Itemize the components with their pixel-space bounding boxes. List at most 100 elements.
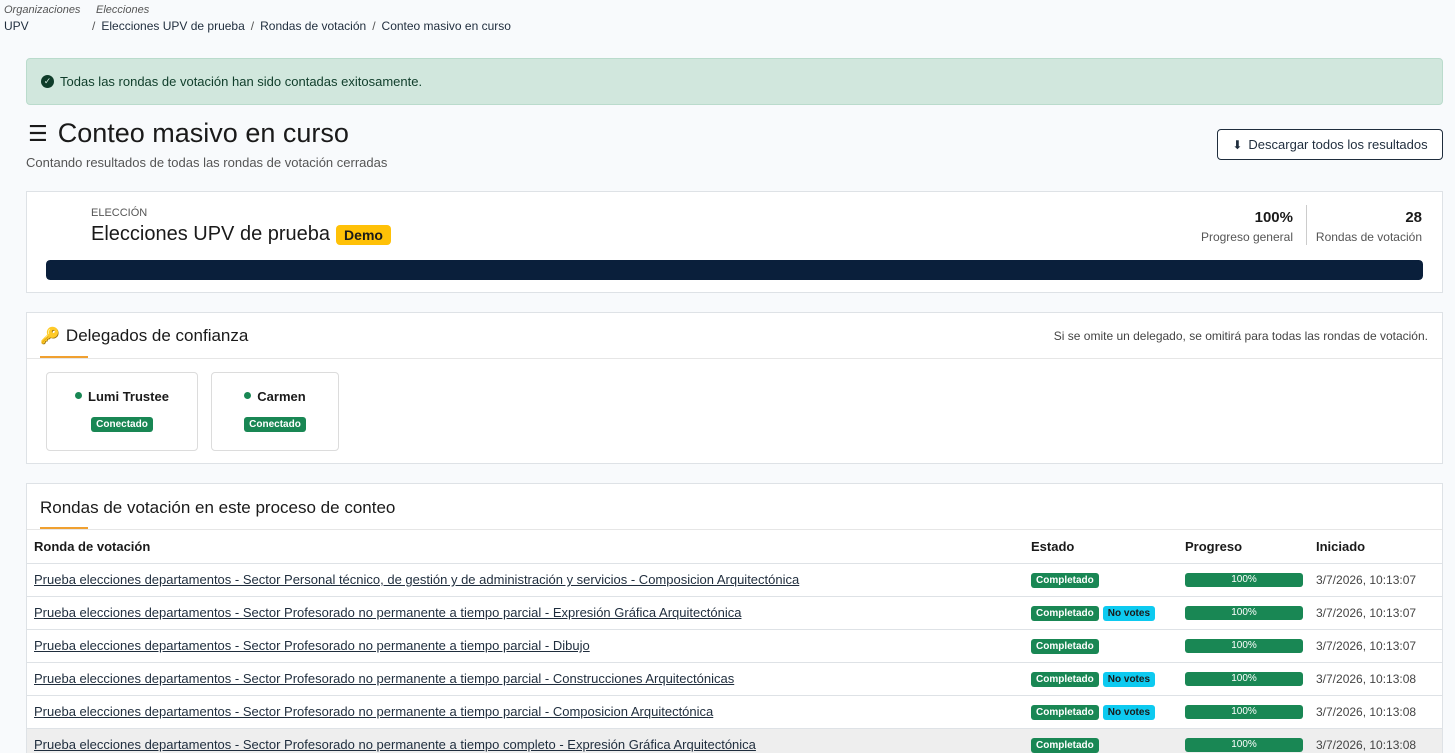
progress-bar: 100% [1185,605,1303,620]
trustees-title: Delegados de confianza [65,326,249,345]
started-cell: 3/7/2026, 10:13:07 [1309,629,1442,663]
key-icon: 🔑 [40,328,60,345]
started-cell: 3/7/2026, 10:13:08 [1309,728,1442,753]
status-badge: Completado [1031,606,1099,621]
trustees-section: 🔑 Delegados de confianza Si se omite un … [26,312,1443,464]
page-title-row: ☰ Conteo masivo en curso [28,118,387,149]
status-badge: Completado [1031,705,1099,720]
election-name: Elecciones UPV de prueba [91,223,331,245]
round-name-cell: Prueba elecciones departamentos - Sector… [27,563,1024,597]
alert-text: Todas las rondas de votación han sido co… [60,74,423,89]
breadcrumb-org-link[interactable]: UPV [4,18,96,34]
status-cell: Completado No votes [1024,695,1178,729]
progress-cell: 100% [1178,629,1309,663]
download-all-results-button[interactable]: ⬇ Descargar todos los resultados [1217,129,1443,160]
overall-progress-fill [46,260,1423,280]
round-name-cell: Prueba elecciones departamentos - Sector… [27,662,1024,696]
breadcrumb: Organizaciones UPV Elecciones / Eleccione… [4,4,511,34]
breadcrumb-organization: Organizaciones UPV [4,4,96,34]
trustee-card: Lumi Trustee Conectado [46,372,198,451]
rounds-count-value: 28 [1405,209,1422,226]
status-badge: Completado [1031,639,1099,654]
online-dot-icon [244,392,252,400]
election-name-row: Elecciones UPV de prueba Demo [91,223,391,246]
trustees-title-row: 🔑 Delegados de confianza [40,326,248,346]
download-icon: ⬇ [1232,137,1243,152]
breadcrumb-org-label: Organizaciones [4,4,81,16]
success-alert: ✓ Todas las rondas de votación han sido … [26,58,1443,105]
rounds-count-label: Rondas de votación [1315,230,1422,244]
election-card: ELECCIÓN Elecciones UPV de prueba Demo 1… [26,191,1443,293]
round-link[interactable]: Prueba elecciones departamentos - Sector… [34,605,741,620]
table-row: Prueba elecciones departamentos - Sector… [27,596,1442,630]
round-link[interactable]: Prueba elecciones departamentos - Sector… [34,572,799,587]
column-header-status: Estado [1024,530,1178,564]
status-cell: Completado [1024,629,1178,663]
column-header-progress: Progreso [1178,530,1309,564]
started-cell: 3/7/2026, 10:13:07 [1309,563,1442,597]
check-circle-icon: ✓ [41,75,54,88]
breadcrumb-item-election[interactable]: Elecciones UPV de prueba [101,19,244,33]
online-dot-icon [75,392,83,400]
no-votes-badge: No votes [1102,672,1156,687]
overall-progress-stat: 100% Progreso general [1201,209,1293,244]
demo-badge: Demo [336,224,391,245]
breadcrumb-item-rounds[interactable]: Rondas de votación [260,19,366,33]
breadcrumb-elections-label: Elecciones [96,4,150,16]
status-badge: Completado [1031,573,1099,588]
started-cell: 3/7/2026, 10:13:08 [1309,662,1442,696]
download-label: Descargar todos los resultados [1248,137,1428,152]
page-header: ☰ Conteo masivo en curso Contando result… [26,118,388,170]
breadcrumb-item-current: Conteo masivo en curso [381,19,511,33]
overall-progress-bar [46,260,1423,280]
trustee-status-badge: Conectado [244,417,306,432]
trustee-card: Carmen Conectado [211,372,339,451]
table-row: Prueba elecciones departamentos - Sector… [27,662,1442,696]
rounds-title: Rondas de votación en este proceso de co… [40,498,396,517]
progress-cell: 100% [1178,563,1309,597]
table-row: Prueba elecciones departamentos - Sector… [27,563,1442,597]
progress-cell: 100% [1178,596,1309,630]
round-name-cell: Prueba elecciones departamentos - Sector… [27,695,1024,729]
stat-divider [1306,205,1307,245]
progress-bar: 100% [1185,638,1303,653]
breadcrumb-elections: Elecciones / Elecciones UPV de prueba / Ron… [92,4,511,34]
progress-bar: 100% [1185,737,1303,752]
divider [27,358,1442,359]
overall-progress-label: Progreso general [1200,230,1293,244]
status-cell: Completado No votes [1024,662,1178,696]
status-badge: Completado [1031,738,1099,753]
trustee-name: Lumi Trustee [88,389,169,404]
progress-bar: 100% [1185,671,1303,686]
trustee-name-row: Lumi Trustee [47,389,197,404]
progress-cell: 100% [1178,695,1309,729]
rounds-table: Ronda de votación Estado Progreso Inicia… [27,530,1442,753]
progress-bar: 100% [1185,704,1303,719]
page-title: Conteo masivo en curso [57,118,349,148]
round-link[interactable]: Prueba elecciones departamentos - Sector… [34,704,713,719]
status-cell: Completado [1024,563,1178,597]
status-cell: Completado No votes [1024,596,1178,630]
round-link[interactable]: Prueba elecciones departamentos - Sector… [34,638,590,653]
started-cell: 3/7/2026, 10:13:08 [1309,695,1442,729]
column-header-started: Iniciado [1309,530,1442,564]
column-header-round: Ronda de votación [27,530,1024,564]
page-subtitle: Contando resultados de todas las rondas … [26,155,388,170]
rounds-table-body: Prueba elecciones departamentos - Sector… [27,563,1442,753]
list-check-icon: ☰ [28,120,48,146]
table-header-row: Ronda de votación Estado Progreso Inicia… [27,530,1442,564]
progress-bar: 100% [1185,572,1303,587]
progress-cell: 100% [1178,728,1309,753]
no-votes-badge: No votes [1102,606,1156,621]
round-link[interactable]: Prueba elecciones departamentos - Sector… [34,671,734,686]
table-row: Prueba elecciones departamentos - Sector… [27,629,1442,663]
no-votes-badge: No votes [1102,705,1156,720]
breadcrumb-separator: / [92,19,96,33]
round-link[interactable]: Prueba elecciones departamentos - Sector… [34,737,756,752]
progress-cell: 100% [1178,662,1309,696]
trustees-note: Si se omite un delegado, se omitirá para… [1053,329,1428,343]
round-name-cell: Prueba elecciones departamentos - Sector… [27,728,1024,753]
trustee-name: Carmen [257,389,306,404]
overall-progress-value: 100% [1254,209,1293,226]
election-label: ELECCIÓN [91,207,148,219]
